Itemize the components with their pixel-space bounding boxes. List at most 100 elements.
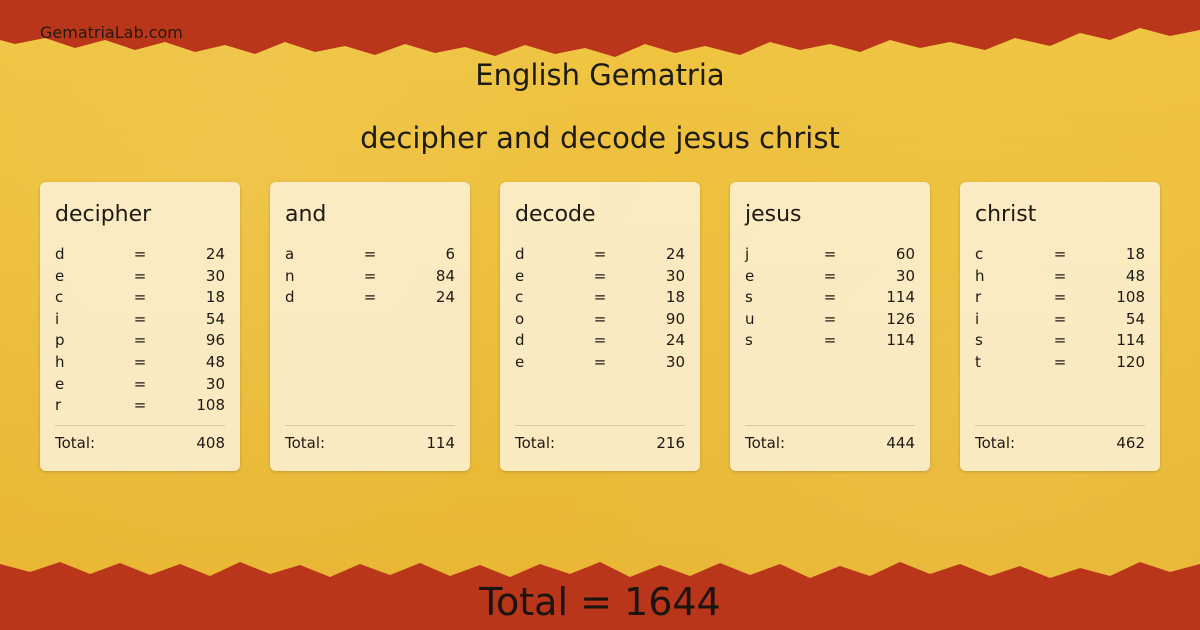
equals-sign: = [363, 245, 377, 263]
phrase-title: decipher and decode jesus christ [360, 121, 840, 155]
letter-row: e = 30 [55, 374, 225, 396]
letter: e [55, 266, 65, 285]
letter-row: d = 24 [515, 244, 685, 266]
equals-sign: = [133, 396, 147, 415]
letter: e [515, 266, 525, 285]
letter-row: e = 30 [55, 266, 225, 288]
letter-row: j = 60 [745, 244, 915, 266]
letter-value: 54 [205, 309, 225, 328]
letter-row: d = 24 [515, 330, 685, 352]
letter-value: 84 [435, 266, 455, 285]
letter: h [975, 266, 985, 285]
card-word: christ [975, 202, 1037, 227]
letter-row: s = 114 [975, 330, 1145, 352]
letter-row: h = 48 [975, 266, 1145, 288]
letter: i [975, 309, 980, 328]
equals-sign: = [823, 266, 837, 285]
equals-sign: = [1053, 309, 1067, 328]
card-total-value: 114 [426, 434, 455, 452]
equals-sign: = [1053, 288, 1067, 307]
letter-value: 30 [665, 352, 685, 371]
letter-value: 108 [196, 396, 225, 415]
word-card: and a = 6 n = 84 d = 24 Total: 114 [270, 182, 470, 471]
letter-row: p = 96 [55, 330, 225, 352]
card-total: Total: 114 [285, 425, 455, 452]
letter: s [975, 331, 983, 350]
letter: d [515, 245, 525, 263]
equals-sign: = [823, 245, 837, 263]
equals-sign: = [133, 352, 147, 371]
equals-sign: = [133, 331, 147, 350]
letter: r [55, 396, 62, 415]
letter-value: 30 [895, 266, 915, 285]
equals-sign: = [593, 245, 607, 263]
letter: o [515, 309, 525, 328]
letter-row: c = 18 [515, 287, 685, 309]
equals-sign: = [1053, 352, 1067, 371]
word-card: decode d = 24 e = 30 c = 18 o = 90 d = 24 e = 30 Total: 216 [500, 182, 700, 471]
letter-value: 18 [205, 288, 225, 307]
card-total-value: 462 [1116, 434, 1145, 452]
letter: t [975, 352, 981, 371]
card-total-value: 216 [656, 434, 685, 452]
letter-value: 30 [665, 266, 685, 285]
letter-row: r = 108 [975, 287, 1145, 309]
card-total: Total: 408 [55, 425, 225, 452]
card-total-value: 444 [886, 434, 915, 452]
letter-value: 90 [665, 309, 685, 328]
card-word: and [285, 202, 327, 227]
letter-row: d = 24 [285, 287, 455, 309]
equals-sign: = [1053, 331, 1067, 350]
page-title: English Gematria [475, 58, 725, 92]
equals-sign: = [1053, 266, 1067, 285]
letter-row: a = 6 [285, 244, 455, 266]
card-total-label: Total: [515, 434, 556, 452]
equals-sign: = [823, 331, 837, 350]
card-total-value: 408 [196, 434, 225, 452]
card-word: decipher [55, 202, 152, 227]
letter-value: 120 [1116, 352, 1145, 371]
card-total-label: Total: [285, 434, 326, 452]
equals-sign: = [133, 288, 147, 307]
letter: e [745, 266, 755, 285]
equals-sign: = [593, 309, 607, 328]
letter-value: 48 [1125, 266, 1145, 285]
letter: p [55, 331, 65, 350]
card-total: Total: 444 [745, 425, 915, 452]
card-total: Total: 216 [515, 425, 685, 452]
letter-list: a = 6 n = 84 d = 24 [285, 244, 455, 416]
equals-sign: = [1053, 245, 1067, 263]
letter-row: c = 18 [975, 244, 1145, 266]
equals-sign: = [593, 288, 607, 307]
equals-sign: = [593, 266, 607, 285]
letter: c [55, 288, 64, 307]
equals-sign: = [823, 309, 837, 328]
letter: h [55, 352, 65, 371]
letter-value: 114 [886, 331, 915, 350]
letter: e [55, 374, 65, 393]
letter-list: c = 18 h = 48 r = 108 i = 54 s = 114 t = 120 [975, 244, 1145, 416]
site-name[interactable]: GematriaLab.com [40, 23, 183, 42]
letter: d [515, 331, 525, 350]
letter-value: 24 [435, 288, 455, 307]
letter: r [975, 288, 982, 307]
equals-sign: = [133, 245, 147, 263]
equals-sign: = [363, 288, 377, 307]
word-card: jesus j = 60 e = 30 s = 114 u = 126 s = 114 Total: 444 [730, 182, 930, 471]
letter: n [285, 266, 295, 285]
letter-row: e = 30 [515, 352, 685, 374]
equals-sign: = [823, 288, 837, 307]
letter-value: 48 [205, 352, 225, 371]
card-total-label: Total: [745, 434, 786, 452]
word-card: christ c = 18 h = 48 r = 108 i = 54 s = 114 t = 120 Total: 4… [960, 182, 1160, 471]
card-total: Total: 462 [975, 425, 1145, 452]
letter-value: 114 [886, 288, 915, 307]
letter-value: 6 [445, 245, 455, 263]
card-total-label: Total: [55, 434, 96, 452]
equals-sign: = [593, 352, 607, 371]
letter-value: 126 [886, 309, 915, 328]
letter: s [745, 331, 753, 350]
letter-value: 30 [205, 266, 225, 285]
letter-row: i = 54 [975, 309, 1145, 331]
letter: d [55, 245, 65, 263]
